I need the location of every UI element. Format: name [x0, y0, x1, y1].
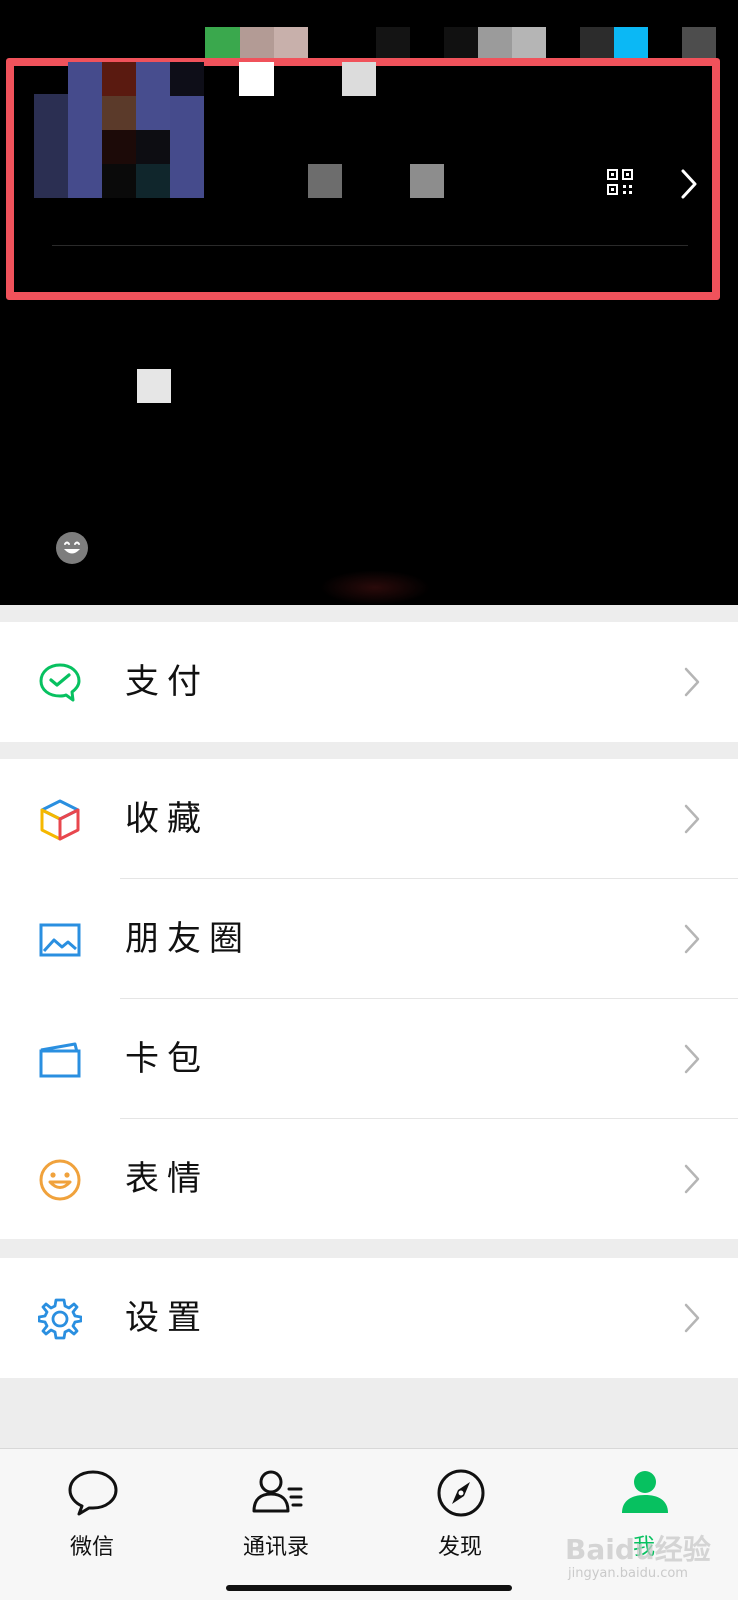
menu-item-stickers[interactable]: 表情: [0, 1119, 738, 1239]
discover-compass-icon: [437, 1469, 485, 1517]
menu-item-pay[interactable]: 支付: [0, 622, 738, 742]
profile-header: [0, 0, 738, 605]
tab-label-discover: 发现: [437, 1535, 482, 1560]
status-bar-pixel: [376, 27, 410, 61]
menu-label-settings: 设置: [125, 1298, 209, 1338]
menu-label-cards: 卡包: [125, 1039, 209, 1079]
avatar-pixel: [102, 130, 136, 164]
wechat-id-pixel: [410, 164, 444, 198]
avatar-pixel: [34, 94, 68, 198]
header-divider: [52, 245, 688, 246]
status-bar-pixel: [682, 27, 716, 61]
chevron-right-icon: [684, 667, 700, 697]
background-glow: [320, 570, 430, 605]
menu-label-stickers: 表情: [125, 1159, 209, 1199]
sticker-smile-icon: [39, 1159, 81, 1201]
menu-group-features: 收藏 朋友圈 卡包 表情: [0, 759, 738, 1239]
wechat-pay-icon: [39, 663, 81, 702]
card-wallet-icon: [39, 1042, 81, 1078]
status-bar-pixel: [512, 27, 546, 61]
status-bar-pixel: [205, 27, 240, 61]
nickname-pixel: [239, 62, 274, 96]
avatar-pixel: [136, 62, 170, 130]
moments-picture-icon: [39, 923, 81, 957]
chevron-right-icon: [684, 924, 700, 954]
tab-label-chats: 微信: [69, 1535, 114, 1560]
baidu-watermark-url: jingyan.baidu.com: [568, 1566, 688, 1581]
menu-group-settings: 设置: [0, 1258, 738, 1378]
avatar-pixel: [136, 130, 170, 164]
favorites-cube-icon: [40, 799, 80, 841]
avatar-pixel: [68, 62, 102, 198]
mood-status-icon[interactable]: [55, 531, 89, 565]
menu-label-moments: 朋友圈: [125, 919, 251, 959]
status-bar-pixel: [240, 27, 274, 61]
chevron-right-icon: [684, 1044, 700, 1074]
avatar-pixel: [102, 62, 136, 96]
menu-label-favorites: 收藏: [125, 799, 209, 839]
chevron-right-icon: [684, 1303, 700, 1333]
contacts-icon: [252, 1470, 303, 1513]
qr-code-icon[interactable]: [606, 168, 634, 196]
avatar-pixel: [136, 164, 170, 198]
status-bar-pixel: [478, 27, 512, 61]
status-bar-pixel: [274, 27, 308, 61]
menu-item-moments[interactable]: 朋友圈: [0, 879, 738, 999]
avatar-pixel: [102, 96, 136, 130]
menu-item-favorites[interactable]: 收藏: [0, 759, 738, 879]
status-pixel[interactable]: [137, 369, 171, 403]
home-indicator[interactable]: [226, 1585, 512, 1591]
chat-bubble-icon: [68, 1470, 118, 1516]
wechat-id-pixel: [308, 164, 342, 198]
menu-group-pay: 支付: [0, 622, 738, 742]
settings-gear-icon: [38, 1298, 82, 1340]
me-person-icon: [622, 1471, 668, 1513]
menu-item-settings[interactable]: 设置: [0, 1258, 738, 1378]
tab-chats[interactable]: 微信: [0, 1449, 184, 1569]
nickname-pixel: [342, 62, 376, 96]
status-bar-pixel: [614, 27, 648, 61]
avatar-pixel: [102, 164, 136, 198]
tab-contacts[interactable]: 通讯录: [184, 1449, 368, 1569]
avatar[interactable]: [34, 62, 204, 198]
baidu-watermark: Baidu经验: [565, 1533, 711, 1566]
avatar-pixel: [170, 96, 204, 198]
chevron-right-icon: [684, 804, 700, 834]
menu-item-cards[interactable]: 卡包: [0, 999, 738, 1119]
chevron-right-icon: [684, 1164, 700, 1194]
menu-label-pay: 支付: [125, 662, 209, 702]
avatar-pixel: [170, 62, 204, 96]
profile-chevron-right-icon[interactable]: [680, 168, 698, 200]
status-bar-pixel: [580, 27, 614, 61]
tab-label-contacts: 通讯录: [242, 1535, 309, 1560]
status-bar-pixel: [444, 27, 478, 61]
tab-discover[interactable]: 发现: [368, 1449, 552, 1569]
